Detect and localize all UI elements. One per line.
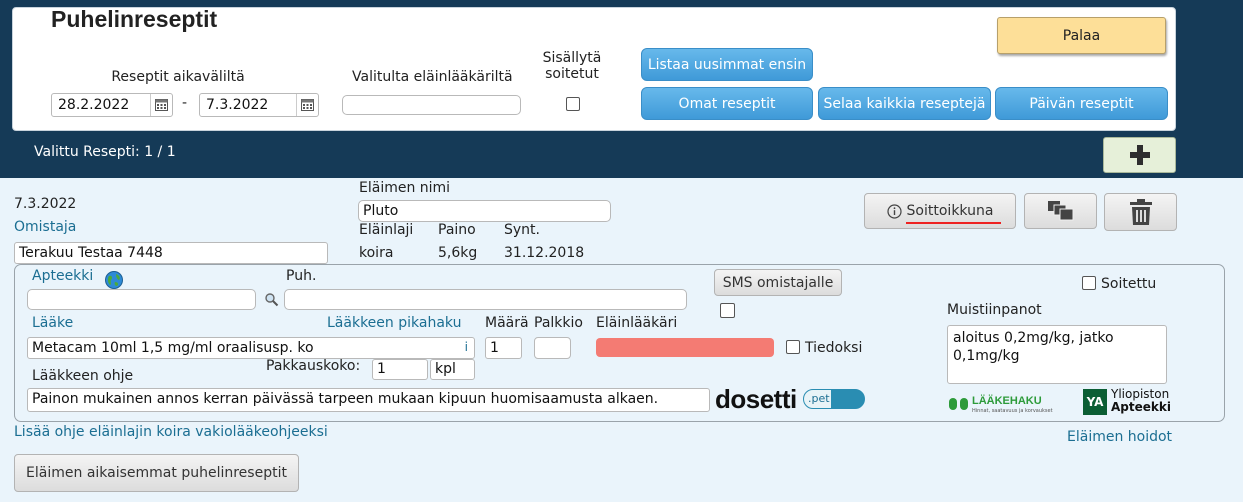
include-called-label: Sisällytä soitetut (541, 50, 603, 82)
include-called-checkbox[interactable] (566, 97, 580, 111)
inform-checkbox[interactable] (786, 340, 800, 354)
page-title: Puhelinreseptit (51, 6, 218, 32)
notes-label: Muistiinpanot (947, 302, 1042, 318)
package-label: Pakkauskoko: (266, 358, 361, 374)
include-called-label-line1: Sisällytä (542, 50, 602, 66)
pharmacy-label[interactable]: Apteekki (32, 268, 93, 284)
info-icon (886, 203, 902, 219)
animal-name-label: Eläimen nimi (359, 180, 451, 196)
previous-prescriptions-button[interactable]: Eläimen aikaisemmat puhelinreseptit (14, 454, 299, 492)
calendar-icon[interactable] (150, 94, 172, 116)
amount-input[interactable]: 1 (485, 337, 522, 359)
globe-icon[interactable] (104, 270, 124, 290)
amount-label: Määrä (485, 315, 529, 331)
date-from-value: 28.2.2022 (58, 97, 130, 113)
search-icon[interactable] (264, 292, 279, 307)
back-button[interactable]: Palaa (997, 17, 1166, 54)
vet-filter-input[interactable] (342, 95, 521, 115)
weight-value: 5,6kg (438, 245, 478, 261)
animal-care-link[interactable]: Eläimen hoidot (1067, 429, 1172, 445)
browse-all-button[interactable]: Selaa kaikkia reseptejä (818, 87, 991, 120)
sms-owner-button[interactable]: SMS omistajalle (714, 269, 842, 296)
called-label: Soitettu (1101, 276, 1157, 292)
calendar-icon[interactable] (296, 94, 318, 116)
yliopiston-mark: YA (1083, 389, 1107, 415)
laakehaku-tagline: Hinnat, saatavuus ja korvaukset (972, 408, 1053, 414)
dosetti-logo-text: dosetti (715, 384, 797, 414)
species-label: Eläinlaji (359, 222, 414, 238)
vet-label: Eläinlääkäri (596, 315, 678, 331)
pharmacy-input[interactable] (27, 289, 256, 310)
weight-label: Paino (438, 222, 476, 238)
day-prescriptions-button[interactable]: Päivän reseptit (995, 87, 1168, 120)
date-separator: - (182, 95, 188, 111)
add-instruction-link[interactable]: Lisää ohje eläinlajin koira vakiolääkeoh… (14, 424, 328, 440)
list-newest-button[interactable]: Listaa uusimmat ensin (641, 48, 813, 81)
date-to-input[interactable]: 7.3.2022 (199, 93, 319, 117)
instructions-label: Lääkkeen ohje (32, 368, 134, 384)
birth-value: 31.12.2018 (504, 245, 585, 261)
laakehaku-icon (949, 398, 968, 410)
drug-info-icon[interactable]: i (465, 340, 468, 354)
copy-icon (1047, 201, 1073, 221)
call-window-underline (906, 222, 1001, 224)
copy-button[interactable] (1024, 193, 1097, 229)
add-button[interactable] (1103, 137, 1176, 173)
date-to-value: 7.3.2022 (206, 97, 269, 113)
drug-value: Metacam 10ml 1,5 mg/ml oraalisusp. ko (32, 340, 314, 356)
delete-button[interactable] (1104, 193, 1177, 231)
laakehaku-text: LÄÄKEHAKU (972, 395, 1042, 407)
vet-filter-label: Valitulta eläinlääkäriltä (352, 69, 513, 85)
instructions-input[interactable]: Painon mukainen annos kerran päivässä ta… (27, 388, 710, 412)
laakehaku-logo[interactable]: LÄÄKEHAKU Hinnat, saatavuus ja korvaukse… (948, 393, 1066, 417)
call-window-label: Soittoikkuna (906, 203, 994, 219)
owner-label[interactable]: Omistaja (14, 219, 76, 235)
drug-quick-search-label[interactable]: Lääkkeen pikahaku (327, 315, 461, 331)
fee-label: Palkkio (534, 315, 583, 331)
dosetti-pet-badge: .pet (803, 389, 865, 409)
called-checkbox[interactable] (1082, 276, 1096, 290)
fee-input[interactable] (534, 337, 571, 359)
record-date: 7.3.2022 (14, 196, 77, 212)
phone-label: Puh. (286, 268, 317, 284)
date-from-input[interactable]: 28.2.2022 (51, 93, 173, 117)
drug-input[interactable]: Metacam 10ml 1,5 mg/ml oraalisusp. ko i (27, 337, 475, 359)
trash-icon (1129, 199, 1152, 225)
birth-label: Synt. (504, 222, 540, 238)
phone-input[interactable] (284, 289, 687, 310)
dosetti-logo[interactable]: dosetti .pet (715, 384, 870, 414)
vet-input[interactable] (596, 338, 774, 357)
range-label: Reseptit aikaväliltä (111, 69, 245, 85)
sms-checkbox[interactable] (720, 303, 735, 318)
package-input[interactable]: 1 (372, 359, 428, 380)
yliopiston-text: Yliopiston Apteekki (1111, 388, 1171, 414)
yliopiston-text-2: Apteekki (1111, 400, 1171, 414)
drug-label[interactable]: Lääke (32, 315, 73, 331)
owner-input[interactable]: Terakuu Testaa 7448 (14, 242, 328, 264)
notes-textarea[interactable]: aloitus 0,2mg/kg, jatko 0,1mg/kg (947, 325, 1167, 384)
inform-label: Tiedoksi (805, 340, 863, 356)
species-value: koira (359, 245, 394, 261)
package-unit-select[interactable]: kpl (430, 359, 475, 380)
include-called-label-line2: soitetut (545, 66, 599, 82)
plus-icon (1129, 145, 1150, 165)
selected-counter: Valittu Resepti: 1 / 1 (34, 144, 176, 160)
yliopiston-apteekki-logo[interactable]: YA Yliopiston Apteekki (1083, 388, 1173, 418)
own-prescriptions-button[interactable]: Omat reseptit (641, 87, 813, 120)
animal-name-input[interactable]: Pluto (358, 200, 611, 222)
